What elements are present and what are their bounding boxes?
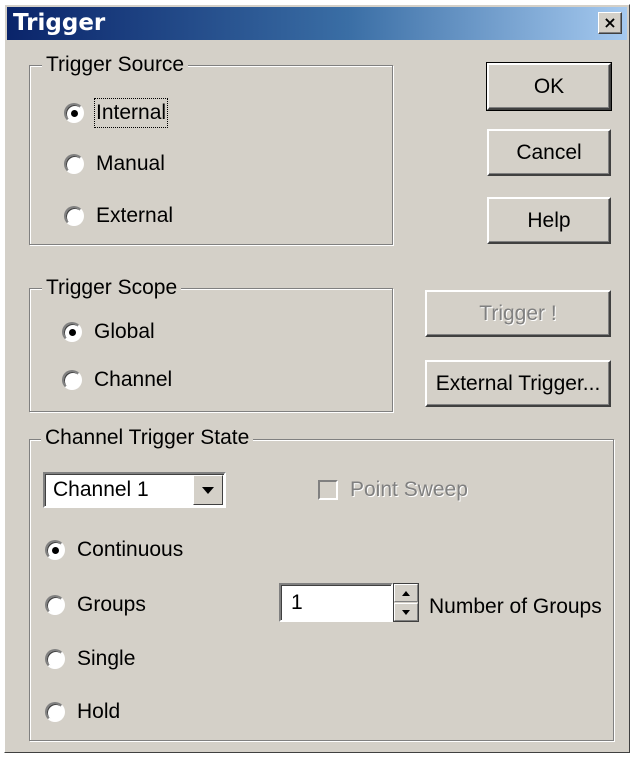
radio-label: Channel xyxy=(94,368,173,391)
radio-label: Manual xyxy=(96,152,165,175)
window-title: Trigger xyxy=(13,10,106,36)
radio-global[interactable]: Global xyxy=(62,319,155,345)
radio-button[interactable] xyxy=(62,370,82,390)
trigger-source-group: Trigger Source Internal Manual External xyxy=(29,52,393,245)
radio-hold[interactable]: Hold xyxy=(45,699,120,725)
radio-button[interactable] xyxy=(64,154,84,174)
point-sweep-label: Point Sweep xyxy=(350,478,468,501)
number-of-groups-label: Number of Groups xyxy=(429,595,602,618)
radio-external[interactable]: External xyxy=(64,203,173,229)
title-bar[interactable]: Trigger × xyxy=(7,7,627,40)
radio-label: Internal xyxy=(93,98,169,128)
radio-button-checked[interactable] xyxy=(62,322,82,342)
radio-button[interactable] xyxy=(45,595,65,615)
trigger-source-legend: Trigger Source xyxy=(42,52,189,78)
number-of-groups-value: 1 xyxy=(291,591,303,614)
number-of-groups-input[interactable]: 1 xyxy=(279,583,393,622)
radio-label: Continuous xyxy=(77,538,184,561)
point-sweep-checkbox[interactable]: Point Sweep xyxy=(318,477,468,503)
channel-select-value: Channel 1 xyxy=(53,478,149,501)
chevron-down-icon[interactable] xyxy=(193,475,223,505)
radio-label: Hold xyxy=(77,700,121,723)
checkbox-box[interactable] xyxy=(318,480,338,500)
radio-label: Groups xyxy=(77,593,146,616)
channel-trigger-state-legend: Channel Trigger State xyxy=(41,425,254,451)
close-button[interactable]: × xyxy=(598,12,622,34)
radio-button[interactable] xyxy=(45,649,65,669)
spin-up-arrow-icon[interactable] xyxy=(394,584,418,602)
external-trigger-button[interactable]: External Trigger... xyxy=(425,360,611,407)
trigger-scope-legend: Trigger Scope xyxy=(42,275,182,301)
radio-label: Global xyxy=(94,320,155,343)
channel-select[interactable]: Channel 1 xyxy=(43,472,226,508)
radio-manual[interactable]: Manual xyxy=(64,151,165,177)
radio-continuous[interactable]: Continuous xyxy=(45,537,183,563)
help-button[interactable]: Help xyxy=(487,197,611,244)
cancel-button[interactable]: Cancel xyxy=(487,129,611,176)
trigger-dialog: Trigger × Trigger Source Internal Manual… xyxy=(4,4,630,753)
radio-internal[interactable]: Internal xyxy=(64,98,169,128)
number-of-groups-stepper[interactable] xyxy=(393,583,419,622)
radio-label: External xyxy=(96,204,174,227)
ok-button[interactable]: OK xyxy=(486,62,612,111)
close-icon: × xyxy=(603,13,617,32)
radio-single[interactable]: Single xyxy=(45,646,135,672)
radio-channel[interactable]: Channel xyxy=(62,367,172,393)
trigger-button[interactable]: Trigger ! xyxy=(425,290,611,337)
radio-button[interactable] xyxy=(64,206,84,226)
radio-button-checked[interactable] xyxy=(64,103,84,123)
trigger-scope-group: Trigger Scope Global Channel xyxy=(29,275,393,412)
radio-groups[interactable]: Groups xyxy=(45,592,146,618)
radio-label: Single xyxy=(77,647,136,670)
spin-down-arrow-icon[interactable] xyxy=(394,603,418,621)
radio-button[interactable] xyxy=(45,702,65,722)
radio-button-checked[interactable] xyxy=(45,540,65,560)
